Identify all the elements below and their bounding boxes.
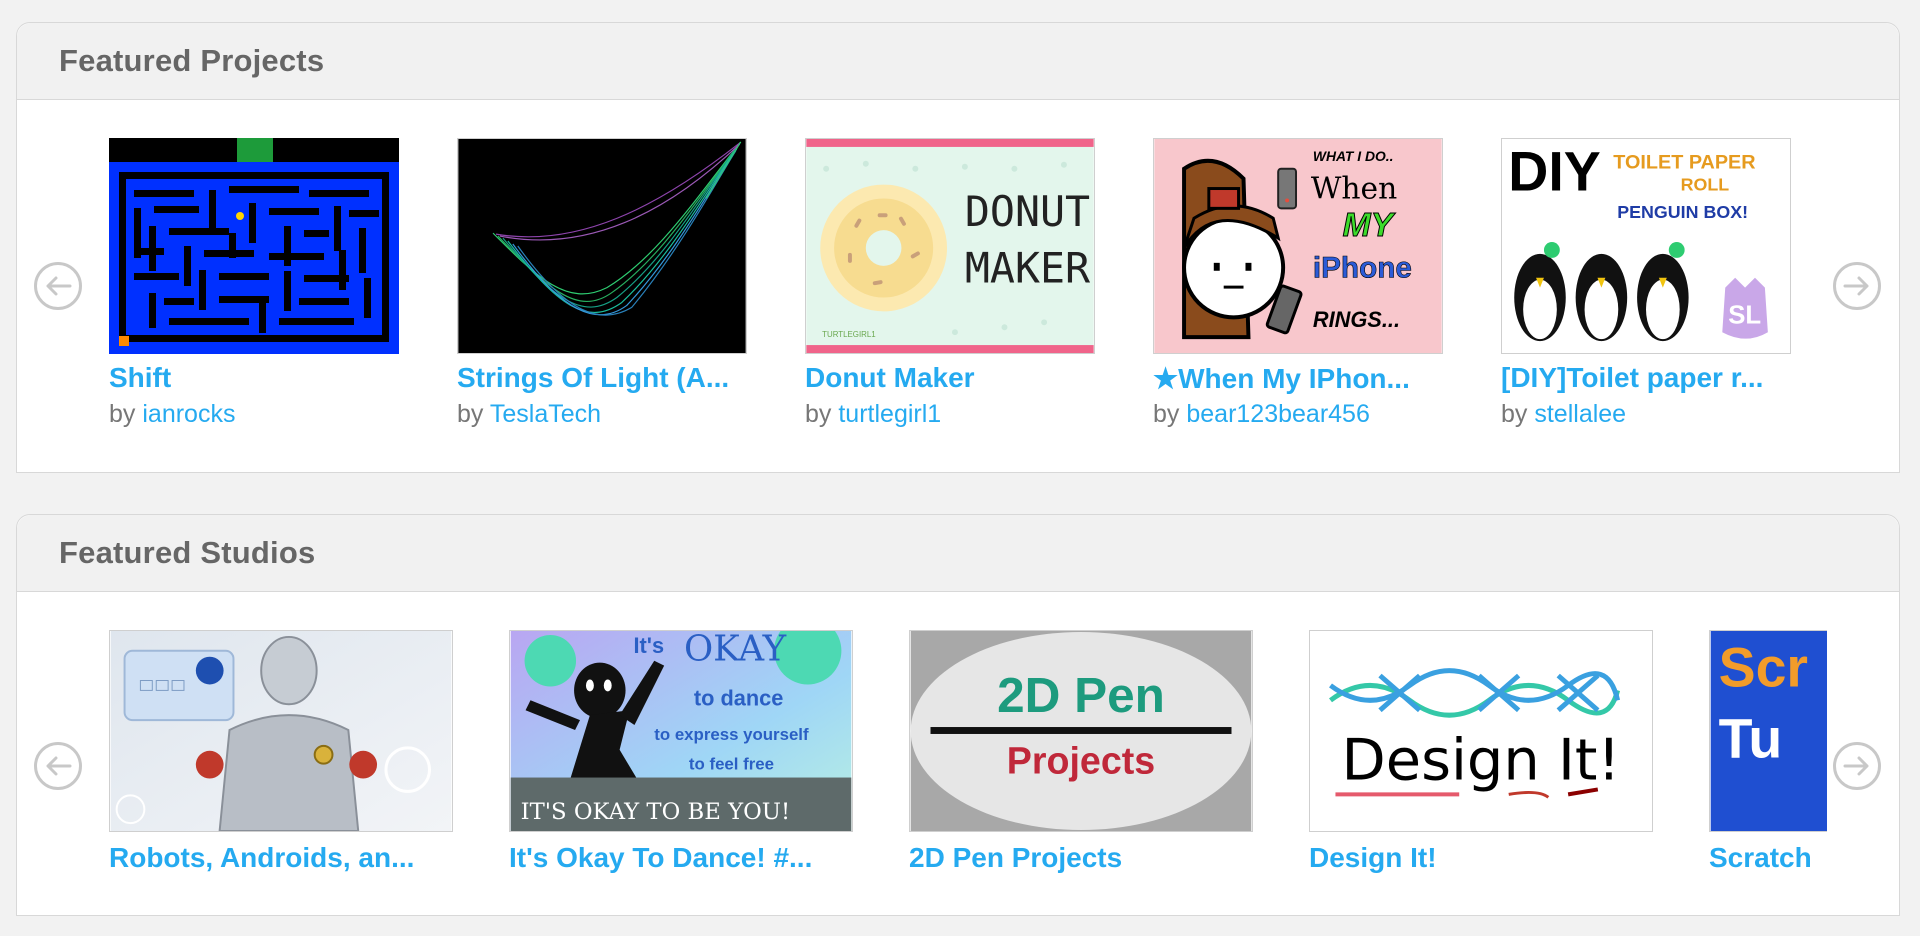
featured-projects-heading: Featured Projects	[59, 43, 325, 78]
diy-thumb-badge: SL	[1728, 301, 1761, 329]
donut-thumb-credit: TURTLEGIRL1	[822, 330, 876, 339]
studio-title-link[interactable]: 2D Pen Projects	[909, 842, 1122, 874]
chevron-left-icon	[46, 756, 72, 776]
project-thumbnail-iphone[interactable]: WHAT I DO.. When MY iPhone RINGS...	[1153, 138, 1443, 354]
project-byline: by TeslaTech	[457, 400, 601, 429]
project-author-link[interactable]: turtlegirl1	[838, 400, 941, 428]
iphone-thumb-text-2: When	[1311, 171, 1397, 206]
project-byline: by turtlegirl1	[805, 400, 941, 429]
studio-thumbnail-scratch[interactable]: Scr Tu	[1709, 630, 1827, 832]
project-thumbnail-diy[interactable]: DIY TOILET PAPER ROLL PENGUIN BOX! SL	[1501, 138, 1791, 354]
project-title-link[interactable]: [DIY]Toilet paper r...	[1501, 362, 1763, 394]
studio-title-link[interactable]: It's Okay To Dance! #...	[509, 842, 812, 874]
project-author-link[interactable]: bear123bear456	[1186, 400, 1370, 428]
project-author-link[interactable]: TeslaTech	[490, 400, 601, 428]
studio-title-link[interactable]: Design It!	[1309, 842, 1437, 874]
project-thumbnail-donut[interactable]: DONUT MAKER TURTLEGIRL1	[805, 138, 1095, 354]
scratch-thumb-text-2: Tu	[1719, 708, 1783, 770]
dance-thumb-text-3: to express yourself	[654, 725, 809, 744]
by-label: by	[457, 400, 484, 428]
by-label: by	[1501, 400, 1528, 428]
studio-card: Scr Tu Scratch	[1709, 592, 1827, 882]
project-byline: by bear123bear456	[1153, 400, 1370, 429]
project-thumbnail-strings[interactable]	[457, 138, 747, 354]
chevron-left-icon	[46, 276, 72, 296]
dance-thumb-text-4: to feel free	[689, 755, 774, 774]
by-label: by	[1153, 400, 1180, 428]
diy-thumb-text-2: ROLL	[1681, 175, 1730, 195]
by-label: by	[805, 400, 832, 428]
project-thumbnail-maze[interactable]	[109, 138, 399, 354]
project-byline: by stellalee	[1501, 400, 1626, 429]
donut-thumb-text-2: MAKER	[965, 244, 1091, 293]
project-author-link[interactable]: stellalee	[1534, 400, 1626, 428]
iphone-thumb-text-4: iPhone	[1313, 252, 1412, 285]
project-byline: by ianrocks	[109, 400, 235, 429]
studio-thumbnail-dance[interactable]: It's OKAY to dance to express yourself t…	[509, 630, 853, 832]
diy-thumb-text-big: DIY	[1508, 141, 1600, 203]
dance-thumb-banner: IT'S OKAY TO BE YOU!	[521, 799, 791, 825]
project-title-link[interactable]: Shift	[109, 362, 171, 394]
featured-studios-header: Featured Studios	[17, 515, 1899, 592]
chevron-right-icon	[1843, 756, 1869, 776]
studios-prev-arrow-button[interactable]	[34, 742, 82, 790]
chevron-right-icon	[1843, 276, 1869, 296]
project-title-link[interactable]: Strings Of Light (A...	[457, 362, 729, 394]
featured-studios-heading: Featured Studios	[59, 535, 316, 570]
iphone-thumb-text-1: WHAT I DO..	[1313, 148, 1394, 164]
project-title-link[interactable]: ★When My IPhon...	[1153, 362, 1410, 395]
iphone-thumb-text-5: RINGS...	[1313, 307, 1400, 332]
diy-thumb-text-3: PENGUIN BOX!	[1617, 202, 1748, 222]
studio-title-link[interactable]: Scratch	[1709, 842, 1812, 874]
projects-prev-arrow-button[interactable]	[34, 262, 82, 310]
featured-projects-box: Featured Projects Shift by ianrocks Stri…	[16, 22, 1900, 473]
diy-thumb-text-1: TOILET PAPER	[1613, 152, 1755, 174]
donut-thumb-text-1: DONUT	[965, 187, 1090, 236]
pen-thumb-text-2: Projects	[1007, 740, 1155, 782]
studio-thumbnail-robots[interactable]	[109, 630, 453, 832]
dance-thumb-text-its: It's	[633, 633, 664, 658]
projects-next-arrow-button[interactable]	[1833, 262, 1881, 310]
design-thumb-text: Design It!	[1342, 727, 1621, 794]
studios-next-arrow-button[interactable]	[1833, 742, 1881, 790]
dance-thumb-text-2: to dance	[694, 685, 784, 710]
studio-title-link[interactable]: Robots, Androids, an...	[109, 842, 414, 874]
iphone-thumb-text-3: MY	[1343, 207, 1396, 244]
project-title-link[interactable]: Donut Maker	[805, 362, 975, 394]
studio-thumbnail-design-it[interactable]: Design It!	[1309, 630, 1653, 832]
by-label: by	[109, 400, 136, 428]
scratch-thumb-text-1: Scr	[1719, 636, 1808, 698]
featured-projects-header: Featured Projects	[17, 23, 1899, 100]
featured-studios-box: Featured Studios Robots, Androids, an...…	[16, 514, 1900, 916]
pen-thumb-text-1: 2D Pen	[997, 668, 1165, 723]
studio-thumbnail-2d-pen[interactable]: 2D Pen Projects	[909, 630, 1253, 832]
project-author-link[interactable]: ianrocks	[142, 400, 235, 428]
dance-thumb-text-okay: OKAY	[684, 631, 787, 670]
